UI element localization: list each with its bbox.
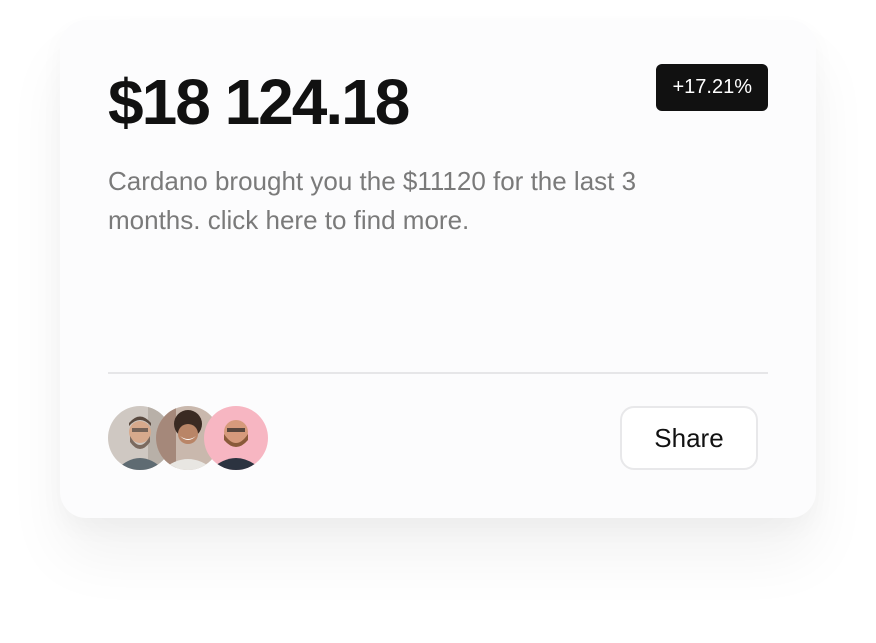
change-badge: +17.21%: [656, 64, 768, 111]
share-button[interactable]: Share: [620, 406, 758, 470]
divider: [108, 372, 768, 374]
balance-card: $18 124.18 +17.21% Cardano brought you t…: [60, 20, 816, 518]
avatar[interactable]: [204, 406, 268, 470]
balance-amount: $18 124.18: [108, 66, 410, 138]
balance-description[interactable]: Cardano brought you the $11120 for the l…: [108, 162, 708, 240]
avatar-group: [108, 406, 268, 470]
